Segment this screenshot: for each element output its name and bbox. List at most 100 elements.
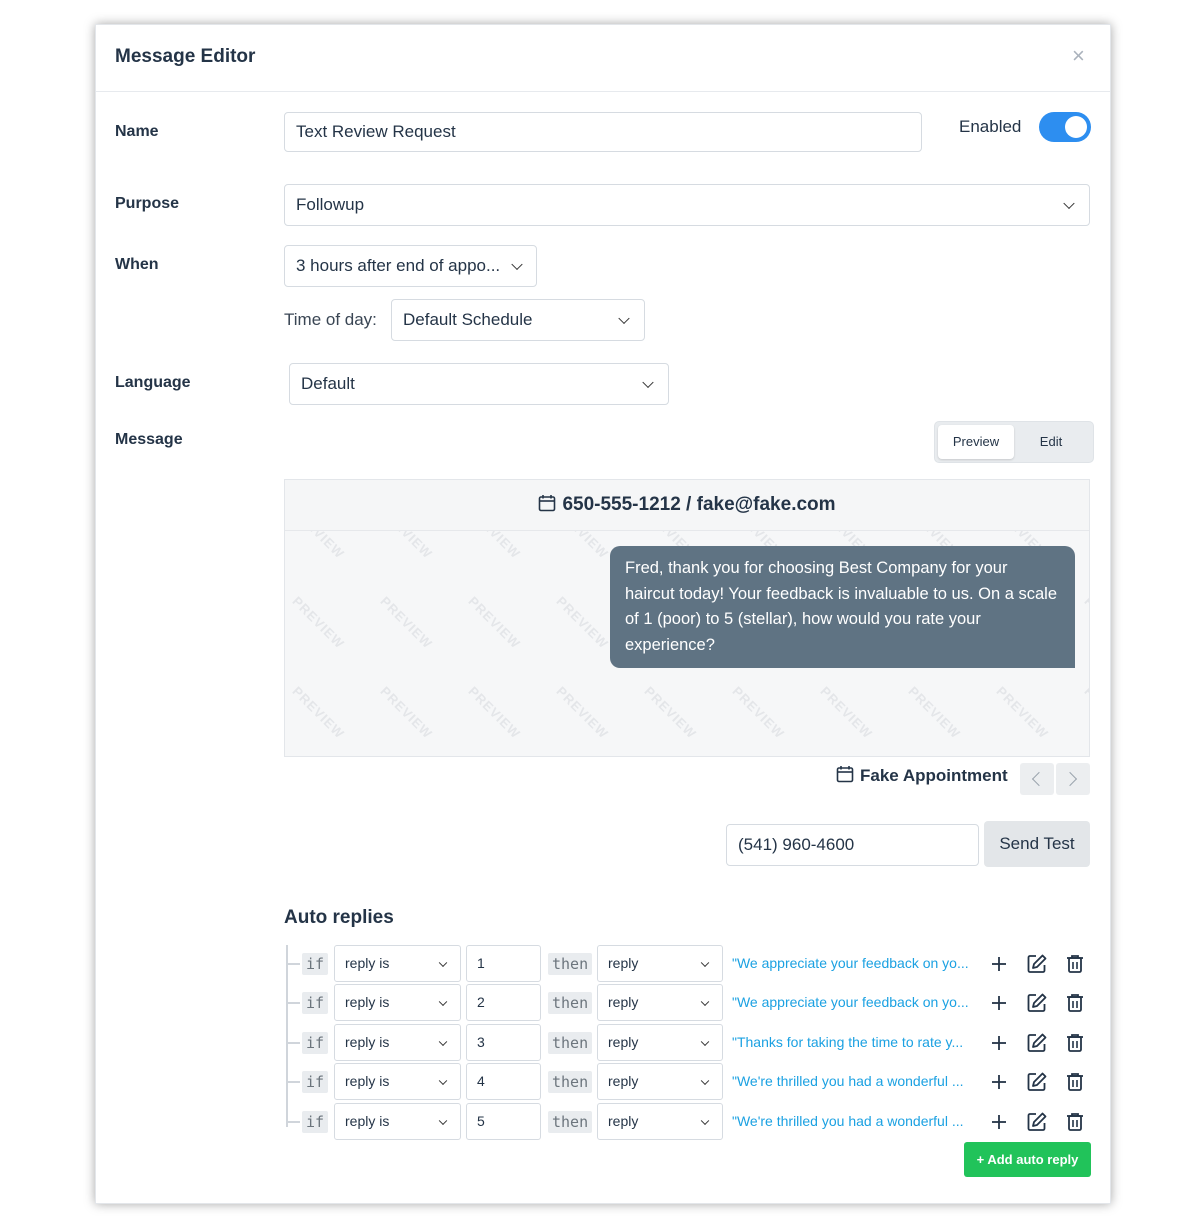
chevron-down-icon bbox=[700, 1037, 710, 1046]
time-of-day-value: Default Schedule bbox=[403, 310, 533, 329]
auto-reply-rule: if reply is 5 then reply "We're thrilled you … bbox=[286, 1103, 1096, 1141]
then-keyword: then bbox=[548, 1111, 593, 1133]
chevron-down-icon bbox=[438, 1076, 448, 1085]
condition-select[interactable]: reply is bbox=[334, 984, 461, 1021]
add-auto-reply-button[interactable]: + Add auto reply bbox=[964, 1142, 1091, 1177]
preview-watermark: PREVIEW bbox=[1081, 683, 1090, 742]
chevron-down-icon bbox=[700, 1076, 710, 1085]
message-editor-modal: Message Editor × Name Enabled Purpose Fo… bbox=[95, 24, 1111, 1204]
reply-text-link[interactable]: "Thanks for taking the time to rate y... bbox=[732, 1024, 974, 1061]
chevron-down-icon bbox=[618, 312, 630, 325]
plus-icon[interactable] bbox=[987, 1110, 1011, 1134]
test-phone-input[interactable] bbox=[726, 824, 979, 866]
reply-text-link[interactable]: "We appreciate your feedback on yo... bbox=[732, 984, 974, 1021]
if-keyword: if bbox=[302, 1071, 329, 1093]
condition-select[interactable]: reply is bbox=[334, 1024, 461, 1061]
preview-tab[interactable]: Preview bbox=[938, 425, 1014, 459]
chevron-down-icon bbox=[438, 958, 448, 967]
trash-icon[interactable] bbox=[1063, 991, 1087, 1015]
action-select[interactable]: reply bbox=[597, 984, 723, 1021]
trash-icon[interactable] bbox=[1063, 1110, 1087, 1134]
condition-value: reply is bbox=[345, 1113, 390, 1129]
message-preview: PREVIEW PREVIEW PREVIEW PREVIEW PREVIEW PREVI… bbox=[284, 479, 1090, 757]
purpose-select[interactable]: Followup bbox=[284, 184, 1090, 226]
trash-icon[interactable] bbox=[1063, 952, 1087, 976]
reply-value-input[interactable]: 1 bbox=[466, 945, 541, 982]
if-keyword: if bbox=[302, 1032, 329, 1054]
enabled-toggle[interactable] bbox=[1039, 112, 1091, 142]
view-toggle: Preview Edit bbox=[934, 421, 1094, 463]
action-select[interactable]: reply bbox=[597, 1103, 723, 1140]
chevron-left-icon bbox=[1031, 771, 1047, 787]
reply-value-input[interactable]: 2 bbox=[466, 984, 541, 1021]
reply-text-link[interactable]: "We're thrilled you had a wonderful ... bbox=[732, 1103, 974, 1140]
preview-contact: 650-555-1212 / fake@fake.com bbox=[285, 494, 1089, 516]
auto-reply-rule: if reply is 1 then reply "We appreciate your … bbox=[286, 945, 1096, 983]
edit-tab[interactable]: Edit bbox=[1021, 425, 1081, 459]
trash-icon[interactable] bbox=[1063, 1031, 1087, 1055]
time-of-day-select[interactable]: Default Schedule bbox=[391, 299, 645, 341]
name-label: Name bbox=[115, 123, 159, 140]
chevron-down-icon bbox=[1063, 197, 1075, 210]
action-select[interactable]: reply bbox=[597, 945, 723, 982]
modal-title: Message Editor bbox=[115, 46, 256, 67]
action-select[interactable]: reply bbox=[597, 1063, 723, 1100]
plus-icon[interactable] bbox=[987, 1070, 1011, 1094]
chevron-down-icon bbox=[700, 1116, 710, 1125]
purpose-value: Followup bbox=[296, 195, 365, 214]
chevron-down-icon bbox=[438, 1116, 448, 1125]
rule-connector bbox=[286, 1121, 300, 1123]
condition-select[interactable]: reply is bbox=[334, 1103, 461, 1140]
message-bubble: Fred, thank you for choosing Best Compan… bbox=[610, 546, 1075, 668]
auto-reply-rule: if reply is 4 then reply "We're thrilled you … bbox=[286, 1063, 1096, 1101]
when-value: 3 hours after end of appo... bbox=[296, 256, 501, 275]
preview-watermark: PREVIEW bbox=[1081, 593, 1090, 652]
reply-text-link[interactable]: "We're thrilled you had a wonderful ... bbox=[732, 1063, 974, 1100]
condition-select[interactable]: reply is bbox=[334, 1063, 461, 1100]
rule-connector bbox=[286, 1002, 300, 1004]
edit-icon[interactable] bbox=[1025, 1031, 1049, 1055]
preview-watermark: PREVIEW bbox=[289, 593, 348, 652]
reply-value-input[interactable]: 4 bbox=[466, 1063, 541, 1100]
condition-value: reply is bbox=[345, 955, 390, 971]
then-keyword: then bbox=[548, 1032, 593, 1054]
purpose-label: Purpose bbox=[115, 195, 180, 212]
next-appointment-button[interactable] bbox=[1056, 763, 1090, 795]
language-select[interactable]: Default bbox=[289, 363, 669, 405]
edit-icon[interactable] bbox=[1025, 1110, 1049, 1134]
name-input[interactable] bbox=[284, 112, 922, 152]
contact-text: 650-555-1212 / fake@fake.com bbox=[562, 494, 836, 515]
when-select[interactable]: 3 hours after end of appo... bbox=[284, 245, 537, 287]
send-test-button[interactable]: Send Test bbox=[984, 821, 1090, 867]
appointment-text: Fake Appointment bbox=[860, 766, 1008, 785]
preview-watermark: PREVIEW bbox=[641, 683, 700, 742]
preview-watermark: PREVIEW bbox=[377, 593, 436, 652]
plus-icon[interactable] bbox=[987, 1031, 1011, 1055]
condition-value: reply is bbox=[345, 994, 390, 1010]
auto-reply-rule: if reply is 2 then reply "We appreciate your … bbox=[286, 984, 1096, 1022]
reply-text-link[interactable]: "We appreciate your feedback on yo... bbox=[732, 945, 974, 982]
plus-icon[interactable] bbox=[987, 952, 1011, 976]
trash-icon[interactable] bbox=[1063, 1070, 1087, 1094]
when-label: When bbox=[115, 256, 159, 273]
time-of-day-label: Time of day: bbox=[284, 310, 377, 329]
preview-watermark: PREVIEW bbox=[553, 593, 612, 652]
preview-watermark: PREVIEW bbox=[905, 683, 964, 742]
rule-connector bbox=[286, 1042, 300, 1044]
language-value: Default bbox=[301, 374, 355, 393]
reply-value-input[interactable]: 3 bbox=[466, 1024, 541, 1061]
plus-icon[interactable] bbox=[987, 991, 1011, 1015]
preview-watermark: PREVIEW bbox=[289, 683, 348, 742]
condition-select[interactable]: reply is bbox=[334, 945, 461, 982]
reply-value-input[interactable]: 5 bbox=[466, 1103, 541, 1140]
action-select[interactable]: reply bbox=[597, 1024, 723, 1061]
then-keyword: then bbox=[548, 1071, 593, 1093]
edit-icon[interactable] bbox=[1025, 991, 1049, 1015]
close-icon[interactable]: × bbox=[1072, 43, 1085, 69]
preview-contact-bar: 650-555-1212 / fake@fake.com bbox=[285, 480, 1089, 531]
prev-appointment-button[interactable] bbox=[1020, 763, 1054, 795]
edit-icon[interactable] bbox=[1025, 952, 1049, 976]
action-value: reply bbox=[608, 1073, 639, 1089]
rule-connector bbox=[286, 963, 300, 965]
edit-icon[interactable] bbox=[1025, 1070, 1049, 1094]
